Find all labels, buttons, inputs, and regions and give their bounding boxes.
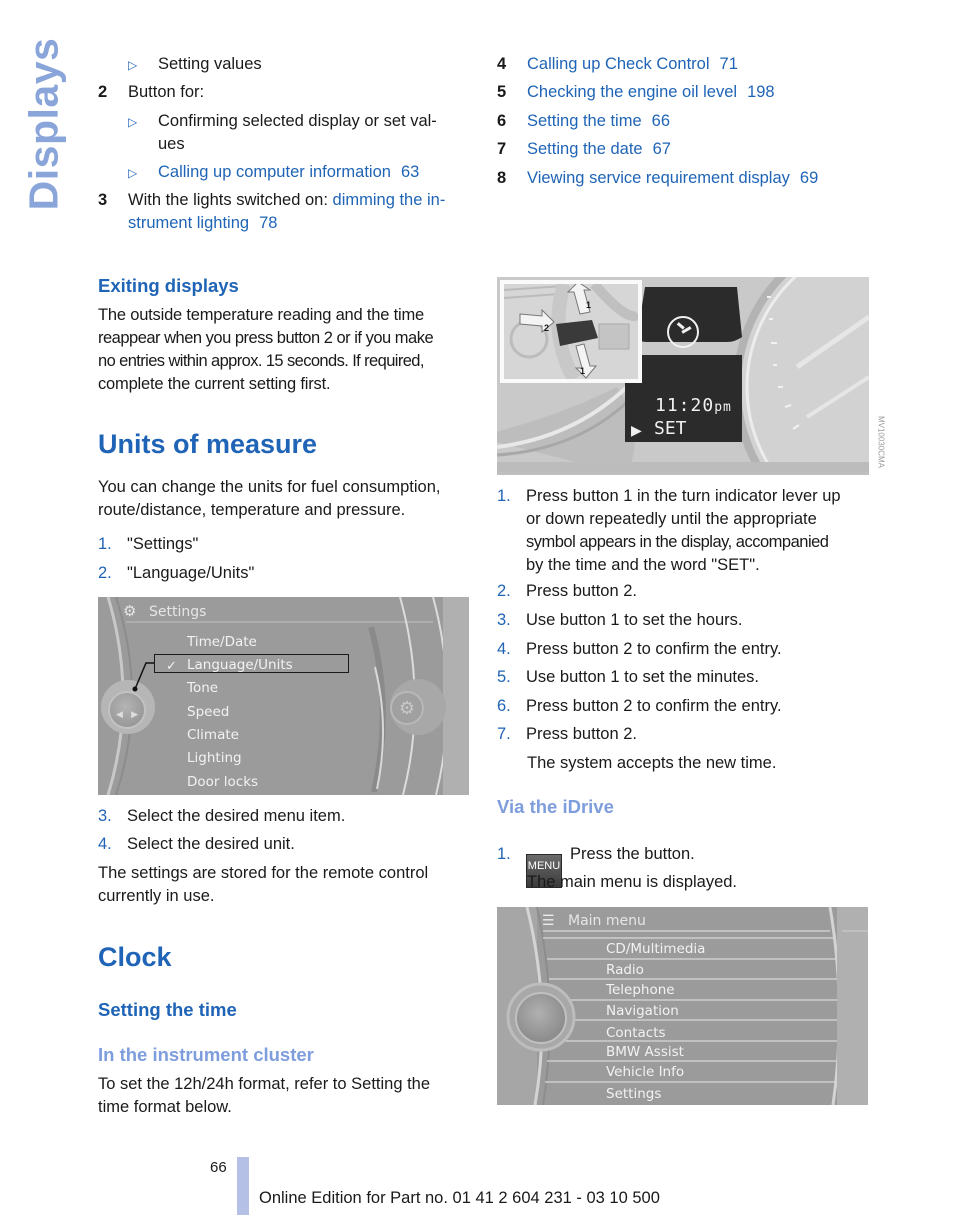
menu-item[interactable]: Navigation: [606, 1000, 679, 1023]
legend-item-6[interactable]: 6 Setting the time 66: [497, 110, 670, 133]
triangle-bullet-icon: ▷: [128, 166, 138, 180]
triangle-bullet-icon: ▷: [128, 58, 138, 72]
link-engine-oil-level: Checking the engine oil level 198: [527, 83, 775, 101]
step-item: 1. "Settings": [98, 535, 199, 553]
legend-item-2: 2 Button for:: [98, 83, 205, 101]
page-number: 66: [210, 1159, 227, 1176]
label-button-2: 2: [544, 323, 550, 333]
turn-signal-lever-inset: 1 1 2: [500, 280, 642, 383]
legend-item-7[interactable]: 7 Setting the date 67: [497, 138, 671, 161]
figure-code: MV10030CMA: [876, 415, 886, 469]
accepts-note: The system accepts the new time.: [527, 754, 777, 772]
legend-item-5[interactable]: 5 Checking the engine oil level 198: [497, 81, 775, 104]
main-menu-note: The main menu is displayed.: [527, 873, 738, 891]
controller-knob-icon: [515, 992, 567, 1044]
section-title-units-of-measure: Units of measure: [98, 429, 318, 459]
step-item: 7. Press button 2.: [497, 725, 637, 743]
main-menu-screen-image: ☰ Main menu CD/Multimedia Radio Telephon…: [497, 907, 868, 1105]
menu-item[interactable]: CD/Multimedia: [606, 938, 705, 961]
triangle-bullet-icon: ▷: [128, 115, 138, 129]
instrument-cluster-figure: 11:20pm ▶ SET 1 1 2: [497, 277, 869, 475]
menu-item[interactable]: Time/Date: [187, 631, 257, 654]
screen-title: Settings: [149, 604, 207, 620]
legend-item-8[interactable]: 8 Viewing service requirement display 69: [497, 167, 818, 190]
link-setting-date: Setting the date 67: [527, 140, 671, 158]
chapter-title: Displays: [20, 37, 67, 211]
gear-icon: ⚙: [123, 603, 137, 620]
settings-screen-image: ◀ ▶ ⚙ ⚙ Settings ✓ Time/Date Language/Un…: [98, 597, 469, 795]
chapter-side-tab: Displays: [21, 38, 67, 211]
footer-edition-text: Online Edition for Part no. 01 41 2 604 …: [259, 1189, 660, 1207]
link-check-control: Calling up Check Control 71: [527, 55, 738, 73]
step-item: 3. Select the desired menu item.: [98, 807, 346, 825]
section-heading-exiting-displays: Exiting displays: [98, 275, 239, 296]
step-item: 3. Use button 1 to set the hours.: [497, 611, 743, 629]
menu-item[interactable]: Door locks: [187, 771, 258, 794]
display-set-label: SET: [654, 418, 687, 439]
sub-bullet: ▷ Setting values: [128, 53, 262, 77]
link-service-requirement: Viewing service requirement display 69: [527, 169, 819, 187]
menu-item[interactable]: Settings: [606, 1083, 661, 1105]
label-button-1-up: 1: [586, 300, 592, 310]
menu-item[interactable]: Tone: [187, 677, 218, 700]
screen-title: Main menu: [568, 913, 646, 929]
footer-accent-bar: [237, 1157, 249, 1215]
link-setting-time: Setting the time 66: [527, 112, 671, 130]
menu-item[interactable]: Climate: [187, 724, 239, 747]
menu-item[interactable]: Vehicle Info: [606, 1061, 684, 1084]
exiting-paragraph: The outside temperature reading and the …: [98, 306, 434, 393]
steering-column-illustration: [504, 284, 638, 379]
subsection-setting-the-time: Setting the time: [98, 999, 237, 1020]
checkmark-icon: ✓: [166, 658, 177, 673]
clock-format-paragraph: To set the 12h/24h format, refer to Sett…: [98, 1075, 431, 1116]
sub-bullet: ▷ Confirming selected display or set val…: [128, 110, 470, 156]
menu-item-selected[interactable]: Language/Units: [187, 654, 293, 677]
units-intro: You can change the units for fuel consum…: [98, 478, 441, 519]
step-item: 2. Press button 2.: [497, 582, 637, 600]
step-item: 2. "Language/Units": [98, 564, 255, 582]
step-item: 6. Press button 2 to confirm the entry.: [497, 697, 782, 715]
units-note: The settings are stored for the remote c…: [98, 864, 429, 905]
label-button-1-down: 1: [580, 366, 586, 376]
menu-item[interactable]: Telephone: [606, 979, 675, 1002]
subsection-instrument-cluster: In the instrument cluster: [98, 1044, 314, 1065]
link-computer-information[interactable]: Calling up computer information 63: [158, 161, 419, 185]
section-title-clock: Clock: [98, 942, 172, 972]
step-item: 4. Select the desired unit.: [98, 835, 295, 853]
menu-item[interactable]: Lighting: [187, 747, 242, 770]
sub-bullet-link[interactable]: ▷ Calling up computer information 63: [128, 161, 419, 185]
display-time: 11:20pm: [655, 395, 732, 416]
step-item: 1. Press button 1 in the turn indicator …: [497, 487, 841, 574]
main-menu-icon: ☰: [542, 912, 555, 928]
step-item: 5. Use button 1 to set the minutes.: [497, 668, 759, 686]
menu-item[interactable]: Speed: [187, 701, 229, 724]
legend-item-3: 3 With the lights switched on: dimming t…: [98, 191, 446, 232]
subsection-via-idrive: Via the iDrive: [497, 796, 614, 817]
selection-pointer: [132, 662, 154, 692]
clock-icon: [667, 316, 699, 348]
step-item: 4. Press button 2 to confirm the entry.: [497, 640, 782, 658]
play-arrow-icon: ▶: [631, 422, 642, 438]
legend-item-4[interactable]: 4 Calling up Check Control 71: [497, 53, 738, 76]
